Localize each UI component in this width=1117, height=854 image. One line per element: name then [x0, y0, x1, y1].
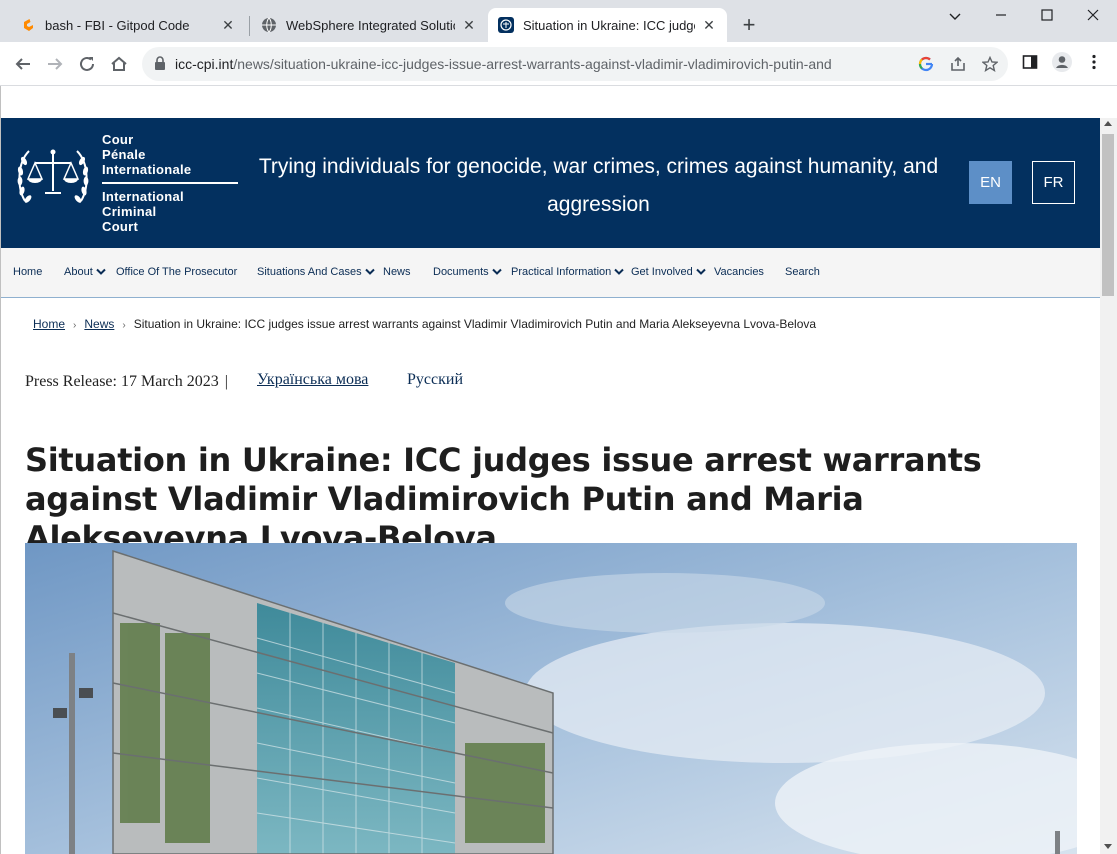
nav-office-of-the-prosecutor[interactable]: Office Of The Prosecutor [116, 266, 237, 278]
nav-home[interactable]: Home [13, 266, 42, 278]
chevron-down-icon [696, 268, 706, 275]
logo-line-internationale: Internationale [102, 162, 192, 177]
hero-image-icc-building [25, 543, 1077, 854]
close-tab-icon[interactable]: ✕ [701, 17, 717, 33]
icc-logo-text[interactable]: Cour Pénale Internationale International… [102, 132, 238, 234]
breadcrumb-home[interactable]: Home [33, 317, 65, 331]
article-title: Situation in Ukraine: ICC judges issue a… [25, 441, 982, 557]
nav-search[interactable]: Search [785, 266, 820, 278]
breadcrumb: Home › News › Situation in Ukraine: ICC judg… [33, 317, 816, 331]
tab-title: Situation in Ukraine: ICC judges [523, 17, 695, 33]
chevron-down-icon [614, 268, 624, 275]
maximize-icon[interactable] [1024, 4, 1070, 28]
press-release-date: Press Release: 17 March 2023 | [25, 373, 228, 390]
breadcrumb-current: Situation in Ukraine: ICC judges issue a… [133, 317, 817, 331]
profile-avatar[interactable] [1050, 50, 1074, 74]
scroll-down-arrow-icon[interactable] [1104, 844, 1112, 849]
google-translate-icon[interactable] [917, 55, 935, 73]
nav-get-involved[interactable]: Get Involved [631, 266, 706, 278]
browser-toolbar: icc-cpi.int/news/situation-ukraine-icc-j… [0, 42, 1117, 86]
logo-line-international: International [102, 189, 184, 204]
globe-icon [261, 17, 277, 33]
bookmark-star-icon[interactable] [981, 55, 999, 73]
nav-situations-and-cases[interactable]: Situations And Cases [257, 266, 375, 278]
lock-icon[interactable] [154, 56, 166, 76]
logo-line-penale: Pénale [102, 147, 146, 162]
tab-title: bash - FBI - Gitpod Code [45, 17, 190, 33]
menu-kebab-icon[interactable] [1082, 50, 1106, 74]
address-bar[interactable]: icc-cpi.int/news/situation-ukraine-icc-j… [142, 47, 1008, 81]
breadcrumb-news[interactable]: News [84, 317, 114, 331]
minimize-icon[interactable] [978, 4, 1024, 28]
page-viewport: Cour Pénale Internationale International… [0, 86, 1100, 854]
nav-practical-information[interactable]: Practical Information [511, 266, 624, 278]
breadcrumb-separator: › [122, 320, 126, 331]
close-window-icon[interactable] [1070, 4, 1116, 28]
lang-en-button[interactable]: EN [969, 161, 1012, 204]
chevron-down-icon [364, 268, 375, 275]
logo-line-cour: Cour [102, 132, 134, 147]
scroll-up-arrow-icon[interactable] [1104, 121, 1112, 126]
reload-button[interactable] [73, 50, 101, 78]
url-text[interactable]: icc-cpi.int/news/situation-ukraine-icc-j… [175, 56, 832, 72]
icc-emblem-icon[interactable] [15, 143, 91, 209]
chevron-down-icon [491, 268, 502, 275]
icc-icon [498, 17, 514, 33]
nav-documents[interactable]: Documents [433, 266, 502, 278]
back-button[interactable] [9, 50, 37, 78]
forward-button[interactable] [41, 50, 69, 78]
tab-icc-active[interactable]: Situation in Ukraine: ICC judges ✕ [488, 8, 727, 42]
home-button[interactable] [105, 50, 133, 78]
logo-line-court: Court [102, 219, 139, 234]
tab-strip: bash - FBI - Gitpod Code ✕ WebSphere Int… [0, 0, 1117, 42]
page-scrollbar[interactable] [1100, 118, 1117, 854]
nav-vacancies[interactable]: Vacancies [714, 266, 764, 278]
share-icon[interactable] [949, 55, 967, 73]
close-tab-icon[interactable]: ✕ [461, 17, 477, 33]
scrollbar-thumb[interactable] [1102, 134, 1114, 296]
lang-ukrainian-link[interactable]: Українська мова [257, 371, 368, 389]
tab-search-icon[interactable] [932, 4, 978, 28]
breadcrumb-separator: › [73, 320, 77, 331]
logo-divider [102, 182, 238, 184]
tab-separator [249, 16, 250, 36]
nav-news[interactable]: News [383, 266, 411, 278]
site-tagline: Trying individuals for genocide, war cri… [258, 155, 939, 216]
close-tab-icon[interactable]: ✕ [220, 17, 236, 33]
tab-websphere[interactable]: WebSphere Integrated Solutions ✕ [251, 8, 487, 42]
new-tab-button[interactable]: + [738, 14, 760, 36]
lang-fr-button[interactable]: FR [1032, 161, 1075, 204]
gitpod-icon [20, 17, 36, 33]
chevron-down-icon [96, 268, 106, 275]
nav-about[interactable]: About [64, 266, 106, 278]
site-header: Cour Pénale Internationale International… [1, 118, 1100, 248]
tab-title: WebSphere Integrated Solutions [286, 17, 455, 33]
tab-gitpod[interactable]: bash - FBI - Gitpod Code ✕ [10, 8, 246, 42]
main-nav: Home About Office Of The Prosecutor Situ… [1, 248, 1100, 298]
logo-line-criminal: Criminal [102, 204, 157, 219]
lang-russian-link[interactable]: Русский [407, 371, 463, 389]
side-panel-icon[interactable] [1018, 50, 1042, 74]
